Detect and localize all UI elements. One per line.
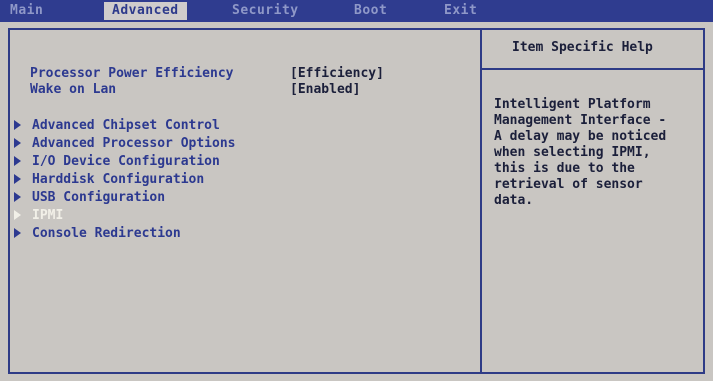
tab-exit[interactable]: Exit (444, 2, 477, 20)
submenu-io-device-configuration[interactable]: I/O Device Configuration (14, 153, 294, 171)
submenu-label: Advanced Chipset Control (32, 118, 220, 133)
setting-processor-power-efficiency-label[interactable]: Processor Power Efficiency (30, 66, 234, 82)
submenu-label: Console Redirection (32, 226, 181, 241)
triangle-right-icon (14, 156, 21, 166)
help-header-divider (482, 68, 703, 70)
top-menu-bar: Main Advanced Security Boot Exit (0, 0, 713, 22)
help-text-line: when selecting IPMI, (494, 145, 651, 160)
help-text-line: retrieval of sensor (494, 177, 643, 192)
triangle-right-icon (14, 210, 21, 220)
triangle-right-icon (14, 138, 21, 148)
help-text-line: data. (494, 193, 534, 208)
bios-setup-screen: Main Advanced Security Boot Exit Process… (0, 0, 713, 381)
help-text-line: Management Interface - (494, 113, 667, 128)
help-panel-divider (480, 28, 482, 374)
triangle-right-icon (14, 228, 21, 238)
submenu-label: IPMI (32, 208, 64, 223)
submenu-label: I/O Device Configuration (32, 154, 220, 169)
tab-main[interactable]: Main (10, 2, 43, 20)
submenu-advanced-chipset-control[interactable]: Advanced Chipset Control (14, 117, 294, 135)
submenu-label: Harddisk Configuration (32, 172, 205, 187)
submenu-label: USB Configuration (32, 190, 166, 205)
triangle-right-icon (14, 174, 21, 184)
setting-wake-on-lan-value[interactable]: [Enabled] (290, 82, 360, 98)
submenu-usb-configuration[interactable]: USB Configuration (14, 189, 294, 207)
help-text-line: this is due to the (494, 161, 635, 176)
triangle-right-icon (14, 192, 21, 202)
submenu-ipmi[interactable]: IPMI (14, 207, 294, 225)
submenu-label: Advanced Processor Options (32, 136, 236, 151)
tab-boot[interactable]: Boot (354, 2, 387, 20)
setting-wake-on-lan-label[interactable]: Wake on Lan (30, 82, 116, 98)
submenu-advanced-processor-options[interactable]: Advanced Processor Options (14, 135, 294, 153)
help-text-line: Intelligent Platform (494, 97, 651, 112)
help-panel-title: Item Specific Help (512, 40, 653, 55)
triangle-right-icon (14, 120, 21, 130)
submenu-console-redirection[interactable]: Console Redirection (14, 225, 294, 243)
tab-security[interactable]: Security (232, 2, 299, 20)
tab-advanced[interactable]: Advanced (104, 2, 187, 20)
help-text-line: A delay may be noticed (494, 129, 667, 144)
setting-processor-power-efficiency-value[interactable]: [Efficiency] (290, 66, 384, 82)
submenu-harddisk-configuration[interactable]: Harddisk Configuration (14, 171, 294, 189)
